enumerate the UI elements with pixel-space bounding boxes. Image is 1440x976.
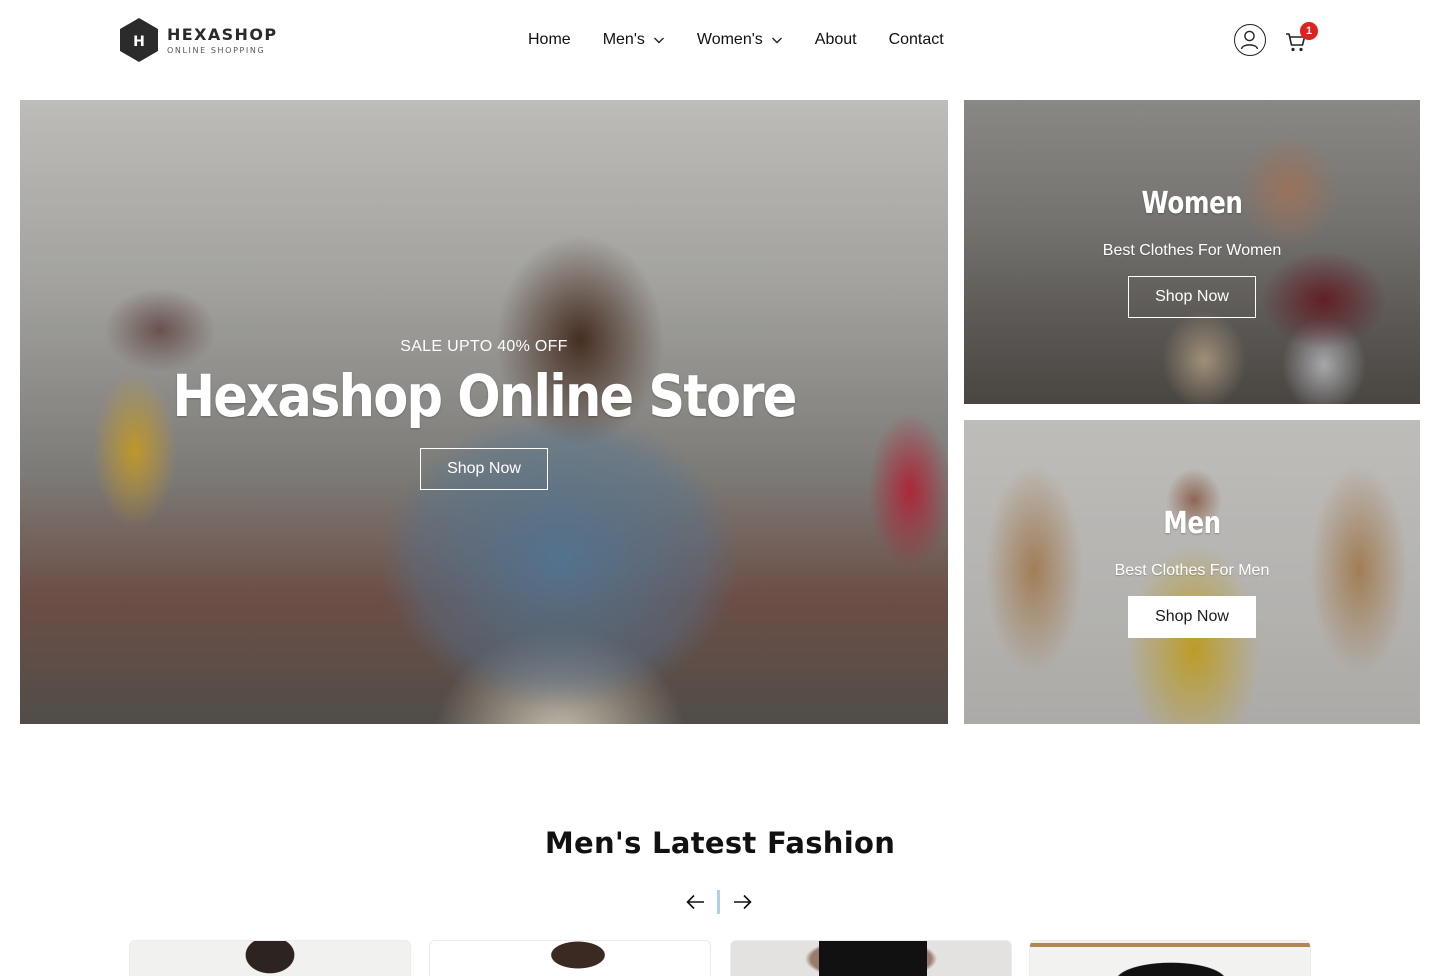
site-logo[interactable]: H HEXASHOP ONLINE SHOPPING (119, 16, 279, 64)
user-icon[interactable] (1234, 24, 1266, 56)
nav-womens[interactable]: Women's (697, 31, 783, 49)
nav-contact[interactable]: Contact (889, 31, 944, 49)
nav-mens-label: Men's (602, 31, 645, 48)
nav-about[interactable]: About (815, 31, 857, 49)
nav-contact-label: Contact (888, 31, 944, 48)
hexagon-logo-icon: H (119, 17, 159, 63)
nav-womens-label: Women's (696, 31, 763, 48)
main-nav: Home Men's Women's About Contact (528, 28, 944, 52)
svg-text:H: H (133, 34, 145, 50)
women-shop-now-button[interactable]: Shop Now (1128, 276, 1256, 318)
women-category-card[interactable]: Women Best Clothes For Women Shop Now (964, 100, 1420, 404)
brand-tagline: ONLINE SHOPPING (167, 46, 266, 55)
header-icons: 1 (1234, 22, 1324, 58)
women-card-title: Women (1141, 186, 1243, 221)
product-card[interactable] (129, 940, 411, 976)
arrow-left-icon[interactable] (684, 890, 708, 914)
section-title: Men's Latest Fashion (544, 826, 896, 860)
cart-count-badge: 1 (1300, 22, 1318, 40)
women-card-subtitle: Best Clothes For Women (1102, 242, 1282, 259)
men-card-subtitle: Best Clothes For Men (1114, 562, 1270, 579)
nav-mens[interactable]: Men's (603, 31, 665, 49)
hero-title: Hexashop Online Store (172, 362, 797, 430)
hero-shop-now-button[interactable]: Shop Now (420, 448, 548, 490)
hero-banner[interactable]: SALE UPTO 40% OFF Hexashop Online Store … (20, 100, 948, 724)
product-carousel (129, 940, 1311, 976)
site-header: H HEXASHOP ONLINE SHOPPING Home Men's Wo… (0, 0, 1440, 80)
logo-text: HEXASHOP ONLINE SHOPPING (167, 25, 277, 55)
brand-name: HEXASHOP (167, 25, 278, 44)
carousel-nav (684, 888, 756, 916)
men-card-title: Men (1163, 506, 1221, 541)
product-card[interactable] (730, 940, 1012, 976)
product-card[interactable] (1029, 940, 1311, 976)
arrow-right-icon[interactable] (730, 890, 754, 914)
chevron-down-icon (653, 34, 665, 46)
hero-sale-text: SALE UPTO 40% OFF (400, 338, 568, 355)
chevron-down-icon (771, 34, 783, 46)
carousel-divider (717, 890, 720, 914)
men-shop-now-button[interactable]: Shop Now (1128, 596, 1256, 638)
nav-about-label: About (814, 31, 857, 48)
nav-home-label: Home (528, 31, 571, 48)
men-category-card[interactable]: Men Best Clothes For Men Shop Now (964, 420, 1420, 724)
nav-home[interactable]: Home (528, 31, 571, 49)
product-card[interactable] (429, 940, 711, 976)
